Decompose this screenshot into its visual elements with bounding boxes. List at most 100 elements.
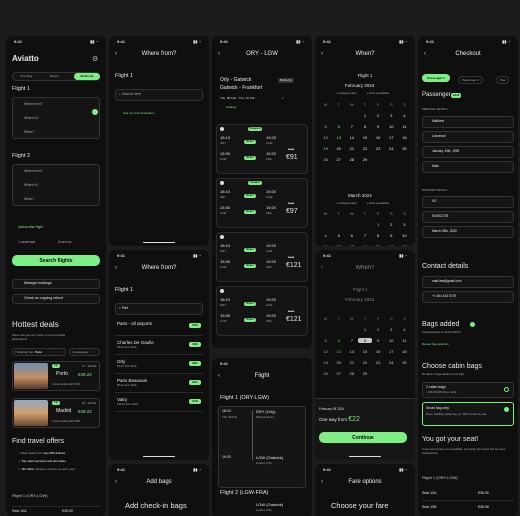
calendar-day[interactable]: 10 (398, 233, 411, 238)
trip-type-return[interactable]: Return (50, 75, 59, 78)
calendar-day[interactable]: 13 (345, 244, 358, 246)
result-name[interactable]: Vatry (117, 397, 127, 403)
continue-button[interactable]: Continue (319, 432, 407, 443)
calendar-day[interactable]: 11 (398, 124, 411, 129)
where-to-field-2[interactable]: Where to? (24, 183, 39, 187)
calendar-day[interactable]: 22 (358, 360, 371, 365)
calendar-day[interactable]: 14 (358, 244, 371, 246)
result-name[interactable]: Paris - all airports (117, 321, 152, 327)
calendar-day[interactable]: 14 (345, 349, 358, 354)
calendar-day[interactable]: 15 (358, 349, 371, 354)
calendar-day[interactable]: 5 (319, 338, 332, 343)
calendar-day[interactable]: 24 (385, 360, 398, 365)
calendar-day[interactable]: 27 (332, 157, 345, 162)
result-name[interactable]: Charles De Gaulle (117, 340, 154, 346)
add-flight-link[interactable]: Add another flight (18, 225, 43, 229)
opt1-radio[interactable] (504, 387, 509, 392)
calendar-day[interactable]: 3 (398, 222, 411, 227)
trip-type-multi-city[interactable]: Multi-city (74, 73, 100, 80)
back-icon[interactable]: ‹ (115, 51, 117, 57)
calendar-day[interactable]: 1 (358, 113, 371, 118)
trip-type-one-way[interactable]: One Way (20, 75, 32, 78)
passenger-count[interactable]: 1 passenger (18, 240, 36, 244)
calendar-day[interactable]: 27 (332, 371, 345, 376)
search-input[interactable] (115, 303, 203, 315)
calendar-day[interactable]: 18 (398, 135, 411, 140)
calendar-day[interactable]: 22 (358, 146, 371, 151)
calendar-day[interactable]: 16 (372, 135, 385, 140)
calendar-day[interactable]: 16 (372, 349, 385, 354)
calendar-day[interactable]: 16 (385, 244, 398, 246)
when-field-2[interactable]: When? (24, 197, 34, 201)
calendar-day[interactable]: 15 (358, 135, 371, 140)
calendar-day[interactable]: 2 (372, 327, 385, 332)
result-name[interactable]: Orly (117, 359, 125, 365)
calendar-day[interactable]: 9 (372, 338, 385, 343)
calendar-day[interactable]: 17 (385, 349, 398, 354)
calendar-day[interactable]: 25 (398, 146, 411, 151)
calendar-day[interactable]: 7 (345, 124, 358, 129)
calendar-day[interactable]: 10 (385, 338, 398, 343)
back-icon[interactable]: ‹ (321, 265, 323, 271)
calendar-day[interactable]: 29 (358, 157, 371, 162)
calendar-day[interactable]: 12 (319, 135, 332, 140)
calendar-day[interactable]: 9 (385, 233, 398, 238)
where-from-field[interactable]: Where from? (24, 102, 42, 106)
calendar-day[interactable]: 8 (358, 124, 371, 129)
calendar-day[interactable]: 3 (385, 113, 398, 118)
calendar-day[interactable]: 12 (332, 244, 345, 246)
back-icon[interactable]: ‹ (218, 51, 220, 57)
calendar-day[interactable]: 23 (372, 146, 385, 151)
calendar-day[interactable]: 6 (345, 233, 358, 238)
current-location-link[interactable]: Use my current location (123, 112, 155, 115)
calendar-day[interactable]: 20 (332, 146, 345, 151)
calendar-day[interactable]: 4 (398, 113, 411, 118)
calendar-day[interactable]: 1 (372, 222, 385, 227)
calendar-day[interactable]: 26 (319, 371, 332, 376)
calendar-day[interactable]: 15 (372, 244, 385, 246)
calendar-day[interactable]: 2 (385, 222, 398, 227)
calendar-day[interactable]: 17 (385, 135, 398, 140)
calendar-day[interactable]: 13 (332, 349, 345, 354)
when-field[interactable]: When? (24, 130, 34, 134)
calendar-day[interactable]: 7 (345, 338, 358, 343)
calendar-day[interactable]: 21 (345, 360, 358, 365)
calendar-day[interactable]: 13 (332, 135, 345, 140)
opt2-radio-selected[interactable] (504, 407, 509, 412)
swap-icon[interactable] (92, 109, 98, 115)
calendar-day[interactable]: 28 (345, 157, 358, 162)
back-icon[interactable]: ‹ (321, 479, 323, 485)
calendar-day[interactable]: 8 (358, 338, 372, 343)
calendar-day[interactable]: 2 (372, 113, 385, 118)
back-icon[interactable]: ‹ (424, 51, 426, 57)
calendar-day[interactable]: 7 (358, 233, 371, 238)
calendar-day[interactable]: 6 (332, 338, 345, 343)
calendar-day[interactable]: 14 (345, 135, 358, 140)
calendar-day[interactable]: 11 (398, 338, 411, 343)
calendar-day[interactable]: 12 (319, 349, 332, 354)
result-name[interactable]: Paris Beauvais (117, 378, 147, 384)
calendar-day[interactable]: 25 (398, 360, 411, 365)
passenger-tab-3[interactable]: Pas (496, 76, 510, 84)
calendar-day[interactable]: 4 (319, 233, 332, 238)
where-from-field-2[interactable]: Where from? (24, 169, 42, 173)
calendar-day[interactable]: 5 (319, 124, 332, 129)
calendar-day[interactable]: 3 (385, 327, 398, 332)
where-to-field[interactable]: Where to? (24, 116, 39, 120)
back-icon[interactable]: ‹ (218, 373, 220, 379)
back-icon[interactable]: ‹ (115, 265, 117, 271)
calendar-day[interactable]: 19 (319, 360, 332, 365)
calendar-day[interactable]: 17 (398, 244, 411, 246)
settings-gear-icon[interactable]: ⚙ (92, 55, 98, 63)
calendar-day[interactable]: 11 (319, 244, 332, 246)
change-link[interactable]: Change (226, 106, 237, 109)
flight-result-card[interactable] (216, 178, 308, 228)
calendar-day[interactable]: 24 (385, 146, 398, 151)
cabin-class[interactable]: Economy (58, 240, 71, 244)
calendar-day[interactable]: 26 (319, 157, 332, 162)
back-icon[interactable]: ‹ (115, 479, 117, 485)
calendar-day[interactable]: 29 (358, 371, 371, 376)
calendar-day[interactable]: 1 (358, 327, 371, 332)
calendar-day[interactable]: 20 (332, 360, 345, 365)
review-bags-link[interactable]: Review bag selection (422, 343, 448, 346)
